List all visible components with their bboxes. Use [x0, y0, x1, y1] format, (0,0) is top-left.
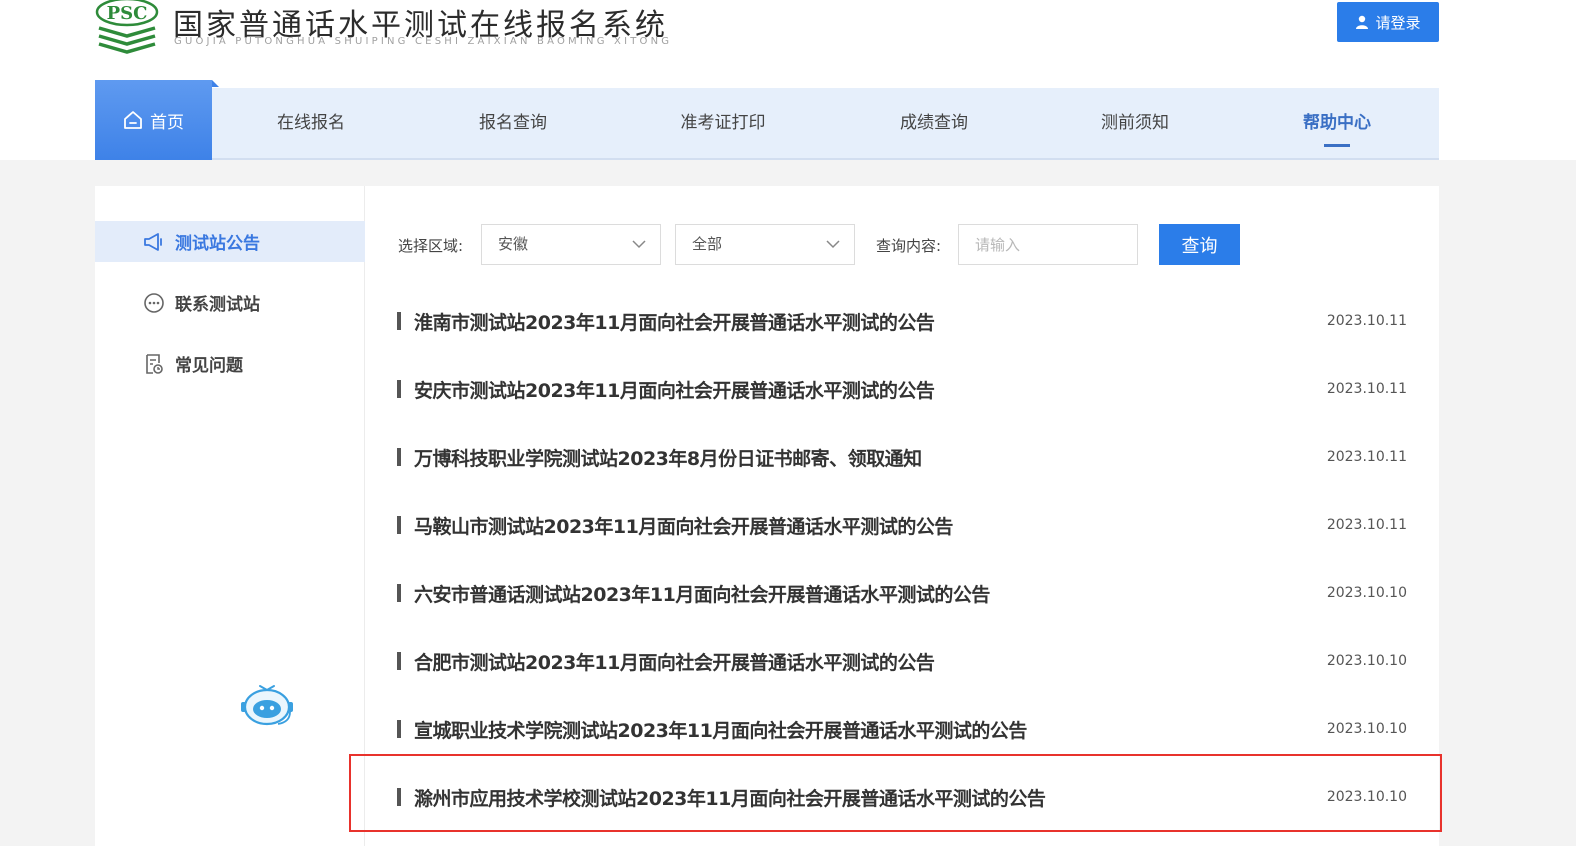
- nav-home[interactable]: 首页: [95, 80, 219, 160]
- announcement-date: 2023.10.11: [1326, 449, 1407, 465]
- bullet-bar: [397, 312, 401, 330]
- announcement-title[interactable]: 滁州市应用技术学校测试站2023年11月面向社会开展普通话水平测试的公告: [414, 784, 1046, 811]
- document-icon: [146, 353, 163, 374]
- announcement-title[interactable]: 宣城职业技术学院测试站2023年11月面向社会开展普通话水平测试的公告: [414, 716, 1027, 743]
- bullet-bar: [397, 788, 401, 806]
- chat-icon: [144, 292, 164, 313]
- nav-help-center[interactable]: 帮助中心: [1303, 88, 1371, 158]
- announcement-date: 2023.10.10: [1326, 585, 1407, 601]
- sidebar-item-contact[interactable]: 联系测试站: [95, 282, 365, 323]
- bullet-bar: [397, 720, 401, 738]
- chevron-down-icon: [632, 240, 646, 249]
- announcement-title[interactable]: 马鞍山市测试站2023年11月面向社会开展普通话水平测试的公告: [414, 512, 953, 539]
- sidebar-item-faq[interactable]: 常见问题: [95, 343, 365, 384]
- login-button[interactable]: 请登录: [1337, 2, 1439, 42]
- announcement-row[interactable]: 淮南市测试站2023年11月面向社会开展普通话水平测试的公告 2023.10.1…: [397, 303, 1407, 343]
- announcement-title[interactable]: 合肥市测试站2023年11月面向社会开展普通话水平测试的公告: [414, 648, 935, 675]
- chevron-down-icon: [826, 240, 840, 249]
- announcement-date: 2023.10.10: [1326, 721, 1407, 737]
- sidebar-item-label: 联系测试站: [175, 295, 260, 315]
- nav-registration-query[interactable]: 报名查询: [479, 88, 547, 158]
- megaphone-icon: [144, 232, 162, 251]
- content-panel: 测试站公告 联系测试站 常见问题 选择区域: 安徽 全部 查询内容: 请输入 查…: [95, 186, 1439, 846]
- psc-logo: PSC: [95, 0, 159, 54]
- region-select-value: 安徽: [498, 235, 529, 253]
- user-icon: [1356, 15, 1369, 29]
- bullet-bar: [397, 584, 401, 602]
- bullet-bar: [397, 516, 401, 534]
- bullet-bar: [397, 448, 401, 466]
- nav-pretest-notice[interactable]: 测前须知: [1101, 88, 1169, 158]
- login-label: 请登录: [1375, 13, 1421, 32]
- query-label: 查询内容:: [876, 237, 942, 255]
- nav-score-query[interactable]: 成绩查询: [900, 88, 968, 158]
- sidebar-item-label: 测试站公告: [175, 234, 260, 254]
- robot-assistant-icon[interactable]: [238, 682, 296, 728]
- announcement-date: 2023.10.10: [1326, 789, 1407, 805]
- nav-admission-ticket[interactable]: 准考证打印: [681, 88, 766, 158]
- site-subtitle: GUOJIA PUTONGHUA SHUIPING CESHI ZAIXIAN …: [174, 36, 673, 47]
- bullet-bar: [397, 380, 401, 398]
- announcement-date: 2023.10.11: [1326, 517, 1407, 533]
- category-select-value: 全部: [692, 235, 723, 253]
- announcement-title[interactable]: 安庆市测试站2023年11月面向社会开展普通话水平测试的公告: [414, 376, 935, 403]
- announcement-row[interactable]: 滁州市应用技术学校测试站2023年11月面向社会开展普通话水平测试的公告 202…: [397, 779, 1407, 819]
- announcement-title[interactable]: 六安市普通话测试站2023年11月面向社会开展普通话水平测试的公告: [414, 580, 990, 607]
- announcement-row[interactable]: 马鞍山市测试站2023年11月面向社会开展普通话水平测试的公告 2023.10.…: [397, 507, 1407, 547]
- bullet-bar: [397, 652, 401, 670]
- announcement-row[interactable]: 安庆市测试站2023年11月面向社会开展普通话水平测试的公告 2023.10.1…: [397, 371, 1407, 411]
- nav-online-registration[interactable]: 在线报名: [277, 88, 345, 158]
- home-icon: [124, 111, 142, 129]
- main-nav: 首页 在线报名 报名查询 准考证打印 成绩查询 测前须知 帮助中心: [95, 80, 1439, 160]
- region-label: 选择区域:: [398, 237, 464, 255]
- announcement-title[interactable]: 淮南市测试站2023年11月面向社会开展普通话水平测试的公告: [414, 308, 935, 335]
- announcement-row[interactable]: 合肥市测试站2023年11月面向社会开展普通话水平测试的公告 2023.10.1…: [397, 643, 1407, 683]
- announcement-date: 2023.10.10: [1326, 653, 1407, 669]
- svg-text:PSC: PSC: [107, 3, 148, 24]
- announcement-title[interactable]: 万博科技职业学院测试站2023年8月份日证书邮寄、领取通知: [414, 444, 922, 471]
- search-input[interactable]: [958, 224, 1138, 265]
- sidebar-item-label: 常见问题: [175, 356, 243, 376]
- query-button[interactable]: 查询: [1159, 224, 1240, 265]
- announcement-row[interactable]: 六安市普通话测试站2023年11月面向社会开展普通话水平测试的公告 2023.1…: [397, 575, 1407, 615]
- announcement-date: 2023.10.11: [1326, 313, 1407, 329]
- announcement-date: 2023.10.11: [1326, 381, 1407, 397]
- announcement-row[interactable]: 万博科技职业学院测试站2023年8月份日证书邮寄、领取通知 2023.10.11: [397, 439, 1407, 479]
- sidebar: 测试站公告 联系测试站 常见问题: [95, 186, 365, 846]
- sidebar-item-announcements[interactable]: 测试站公告: [95, 221, 365, 262]
- nav-home-label: 首页: [150, 112, 184, 133]
- category-select[interactable]: 全部: [675, 224, 855, 265]
- announcement-row[interactable]: 宣城职业技术学院测试站2023年11月面向社会开展普通话水平测试的公告 2023…: [397, 711, 1407, 751]
- region-select[interactable]: 安徽: [481, 224, 661, 265]
